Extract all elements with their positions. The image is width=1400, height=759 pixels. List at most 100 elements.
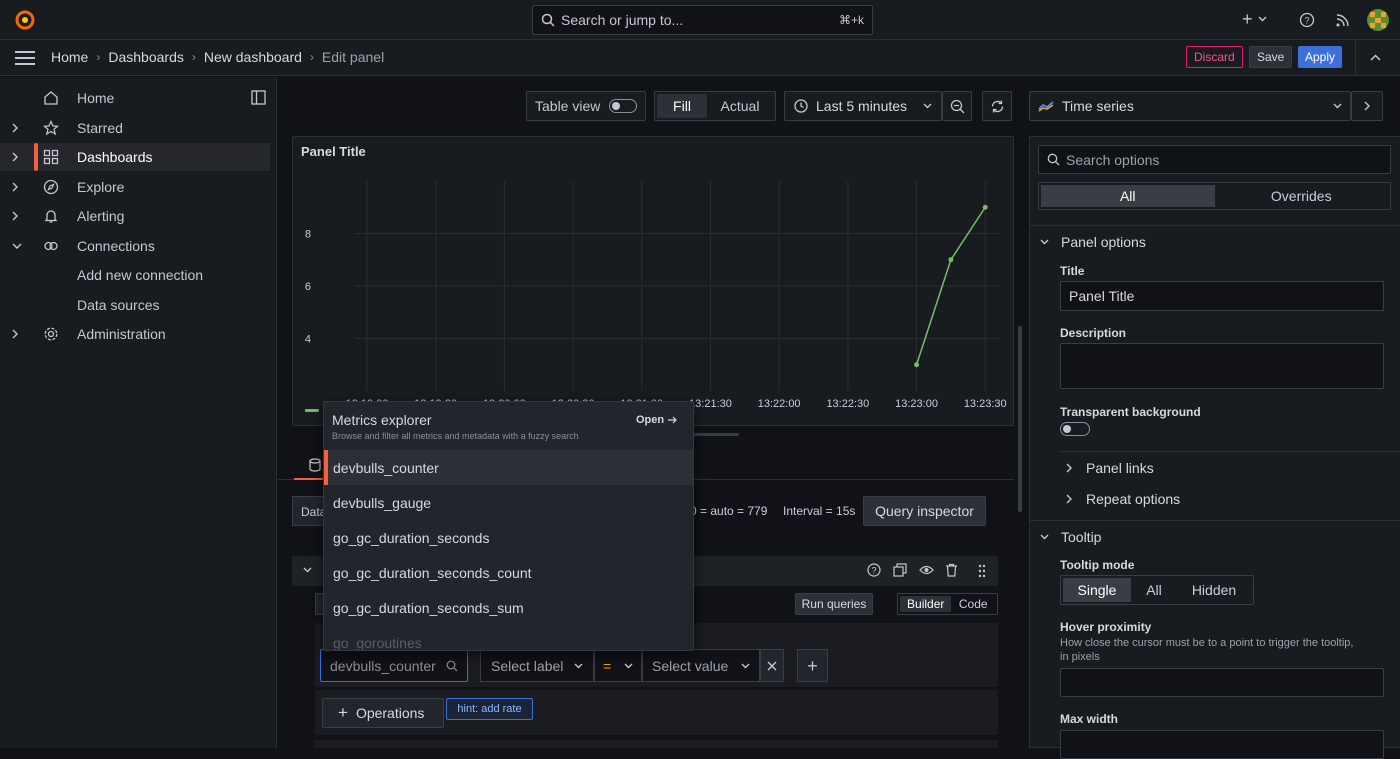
hover-proximity-input[interactable]	[1060, 668, 1384, 697]
trash-icon[interactable]	[945, 563, 958, 577]
breadcrumb-dashboards[interactable]: Dashboards	[108, 49, 184, 65]
news-feed-icon[interactable]	[1335, 12, 1351, 28]
list-item[interactable]: go_gc_duration_seconds	[324, 520, 693, 555]
copy-icon[interactable]	[893, 563, 907, 577]
time-range-picker[interactable]: Last 5 minutes	[784, 91, 942, 121]
table-view-toggle[interactable]: Table view	[526, 91, 646, 121]
data-point	[948, 257, 954, 263]
sidebar-item-data-sources[interactable]: Data sources	[0, 291, 270, 319]
repeat-options-section-header[interactable]: Repeat options	[1066, 491, 1180, 507]
time-series-chart: 13:19:0013:19:3013:20:0013:20:3013:21:00…	[305, 181, 1007, 417]
transparent-background-toggle[interactable]	[1060, 422, 1090, 436]
zoom-out-button[interactable]	[942, 91, 972, 121]
run-queries-button[interactable]: Run queries	[795, 593, 873, 615]
tooltip-title: Tooltip	[1061, 529, 1102, 545]
chevron-right-icon[interactable]	[12, 123, 18, 133]
search-input[interactable]: Search or jump to... ⌘+k	[532, 5, 873, 35]
max-width-input[interactable]	[1060, 730, 1384, 759]
help-icon[interactable]: ?	[1299, 12, 1315, 28]
main-scrollbar[interactable]	[1018, 326, 1022, 512]
sidebar-item-administration[interactable]: Administration	[0, 320, 270, 348]
divider	[1355, 40, 1356, 76]
operator-dropdown[interactable]: =	[594, 649, 642, 682]
tooltip-mode-hidden[interactable]: Hidden	[1177, 578, 1251, 602]
open-metrics-explorer-button[interactable]: Open	[636, 414, 677, 426]
select-label-dropdown[interactable]: Select label	[480, 649, 594, 682]
breadcrumb-new-dashboard[interactable]: New dashboard	[204, 49, 302, 65]
sidebar-item-starred[interactable]: Starred	[0, 114, 270, 142]
refresh-button[interactable]	[982, 91, 1012, 121]
list-item[interactable]: devbulls_gauge	[324, 485, 693, 520]
hover-proximity-description: How close the cursor must be to a point …	[1060, 637, 1354, 663]
home-icon	[43, 90, 59, 106]
panel-links-title: Panel links	[1086, 460, 1154, 476]
chevron-down-icon	[1040, 239, 1049, 245]
discard-button[interactable]: Discard	[1186, 46, 1243, 68]
sidebar-item-dashboards[interactable]: Dashboards	[0, 143, 270, 171]
description-textarea[interactable]	[1060, 343, 1384, 389]
eye-icon[interactable]	[919, 564, 934, 576]
sidebar-item-label: Alerting	[77, 208, 125, 224]
sidebar-item-alerting[interactable]: Alerting	[0, 202, 270, 230]
visualization-picker[interactable]: Time series	[1029, 91, 1351, 121]
code-option[interactable]: Code	[951, 596, 995, 612]
tab-all[interactable]: All	[1041, 185, 1215, 207]
tooltip-mode-single[interactable]: Single	[1063, 578, 1131, 602]
help-icon[interactable]: ?	[867, 563, 881, 577]
hint-add-rate-button[interactable]: hint: add rate	[446, 698, 533, 720]
options-pane: Search options All Overrides Panel optio…	[1029, 136, 1400, 759]
drag-handle-icon[interactable]	[978, 564, 986, 578]
list-item[interactable]: go_gc_duration_seconds_count	[324, 555, 693, 590]
new-dropdown-button[interactable]: +	[1242, 10, 1267, 28]
panel-links-section-header[interactable]: Panel links	[1066, 460, 1154, 476]
builder-option[interactable]: Builder	[900, 596, 952, 612]
chevron-right-icon[interactable]	[12, 152, 18, 162]
list-item[interactable]: devbulls_counter	[324, 450, 693, 485]
search-options-input[interactable]: Search options	[1038, 145, 1391, 174]
pane-resize-handle[interactable]	[690, 433, 739, 436]
fill-option[interactable]: Fill	[657, 94, 707, 118]
sidebar-item-label: Starred	[77, 120, 123, 136]
chevron-down-icon[interactable]	[303, 567, 312, 573]
sidebar-item-connections[interactable]: Connections	[0, 232, 270, 260]
menu-icon[interactable]	[15, 51, 35, 65]
plus-icon: +	[338, 703, 348, 722]
data-source-picker[interactable]: Data	[292, 496, 326, 526]
chevron-down-icon[interactable]	[12, 243, 22, 249]
metric-select-input[interactable]: devbulls_counter	[320, 649, 468, 682]
panel-options-section-header[interactable]: Panel options	[1040, 234, 1146, 250]
save-button[interactable]: Save	[1249, 46, 1293, 68]
search-icon	[541, 13, 555, 27]
actual-option[interactable]: Actual	[707, 94, 773, 118]
tooltip-section-header[interactable]: Tooltip	[1040, 529, 1101, 545]
x-tick-label: 13:23:00	[895, 398, 938, 410]
sidebar-item-explore[interactable]: Explore	[0, 173, 270, 201]
time-range-label: Last 5 minutes	[816, 98, 908, 114]
breadcrumb-home[interactable]: Home	[51, 49, 88, 65]
add-label-button[interactable]: +	[797, 649, 828, 682]
chevron-down-icon	[624, 663, 633, 669]
chevron-right-icon[interactable]	[12, 211, 18, 221]
avatar[interactable]	[1367, 9, 1389, 31]
list-item[interactable]: go_gc_duration_seconds_sum	[324, 590, 693, 625]
chevron-right-icon[interactable]	[12, 329, 18, 339]
star-icon	[43, 120, 59, 136]
tooltip-mode-all[interactable]: All	[1131, 578, 1177, 602]
remove-label-button[interactable]	[760, 649, 784, 682]
plus-icon: +	[807, 655, 818, 676]
chevron-right-icon[interactable]	[12, 182, 18, 192]
dock-menu-icon[interactable]	[251, 90, 266, 105]
title-input[interactable]: Panel Title	[1060, 281, 1384, 311]
query-inspector-button[interactable]: Query inspector	[863, 496, 986, 526]
collapse-options-button[interactable]	[1351, 91, 1383, 121]
apply-button[interactable]: Apply	[1298, 46, 1343, 68]
sidebar-item-home[interactable]: Home	[0, 84, 270, 112]
sidebar-item-add-new-connection[interactable]: Add new connection	[0, 261, 270, 289]
operations-button[interactable]: + Operations	[322, 698, 444, 728]
tab-overrides[interactable]: Overrides	[1215, 185, 1389, 207]
list-item[interactable]: go_goroutines	[324, 625, 693, 651]
toggle-switch[interactable]	[609, 99, 637, 113]
chevron-up-icon[interactable]	[1370, 54, 1381, 61]
grafana-logo-icon[interactable]	[14, 9, 36, 31]
select-value-dropdown[interactable]: Select value	[642, 649, 760, 682]
